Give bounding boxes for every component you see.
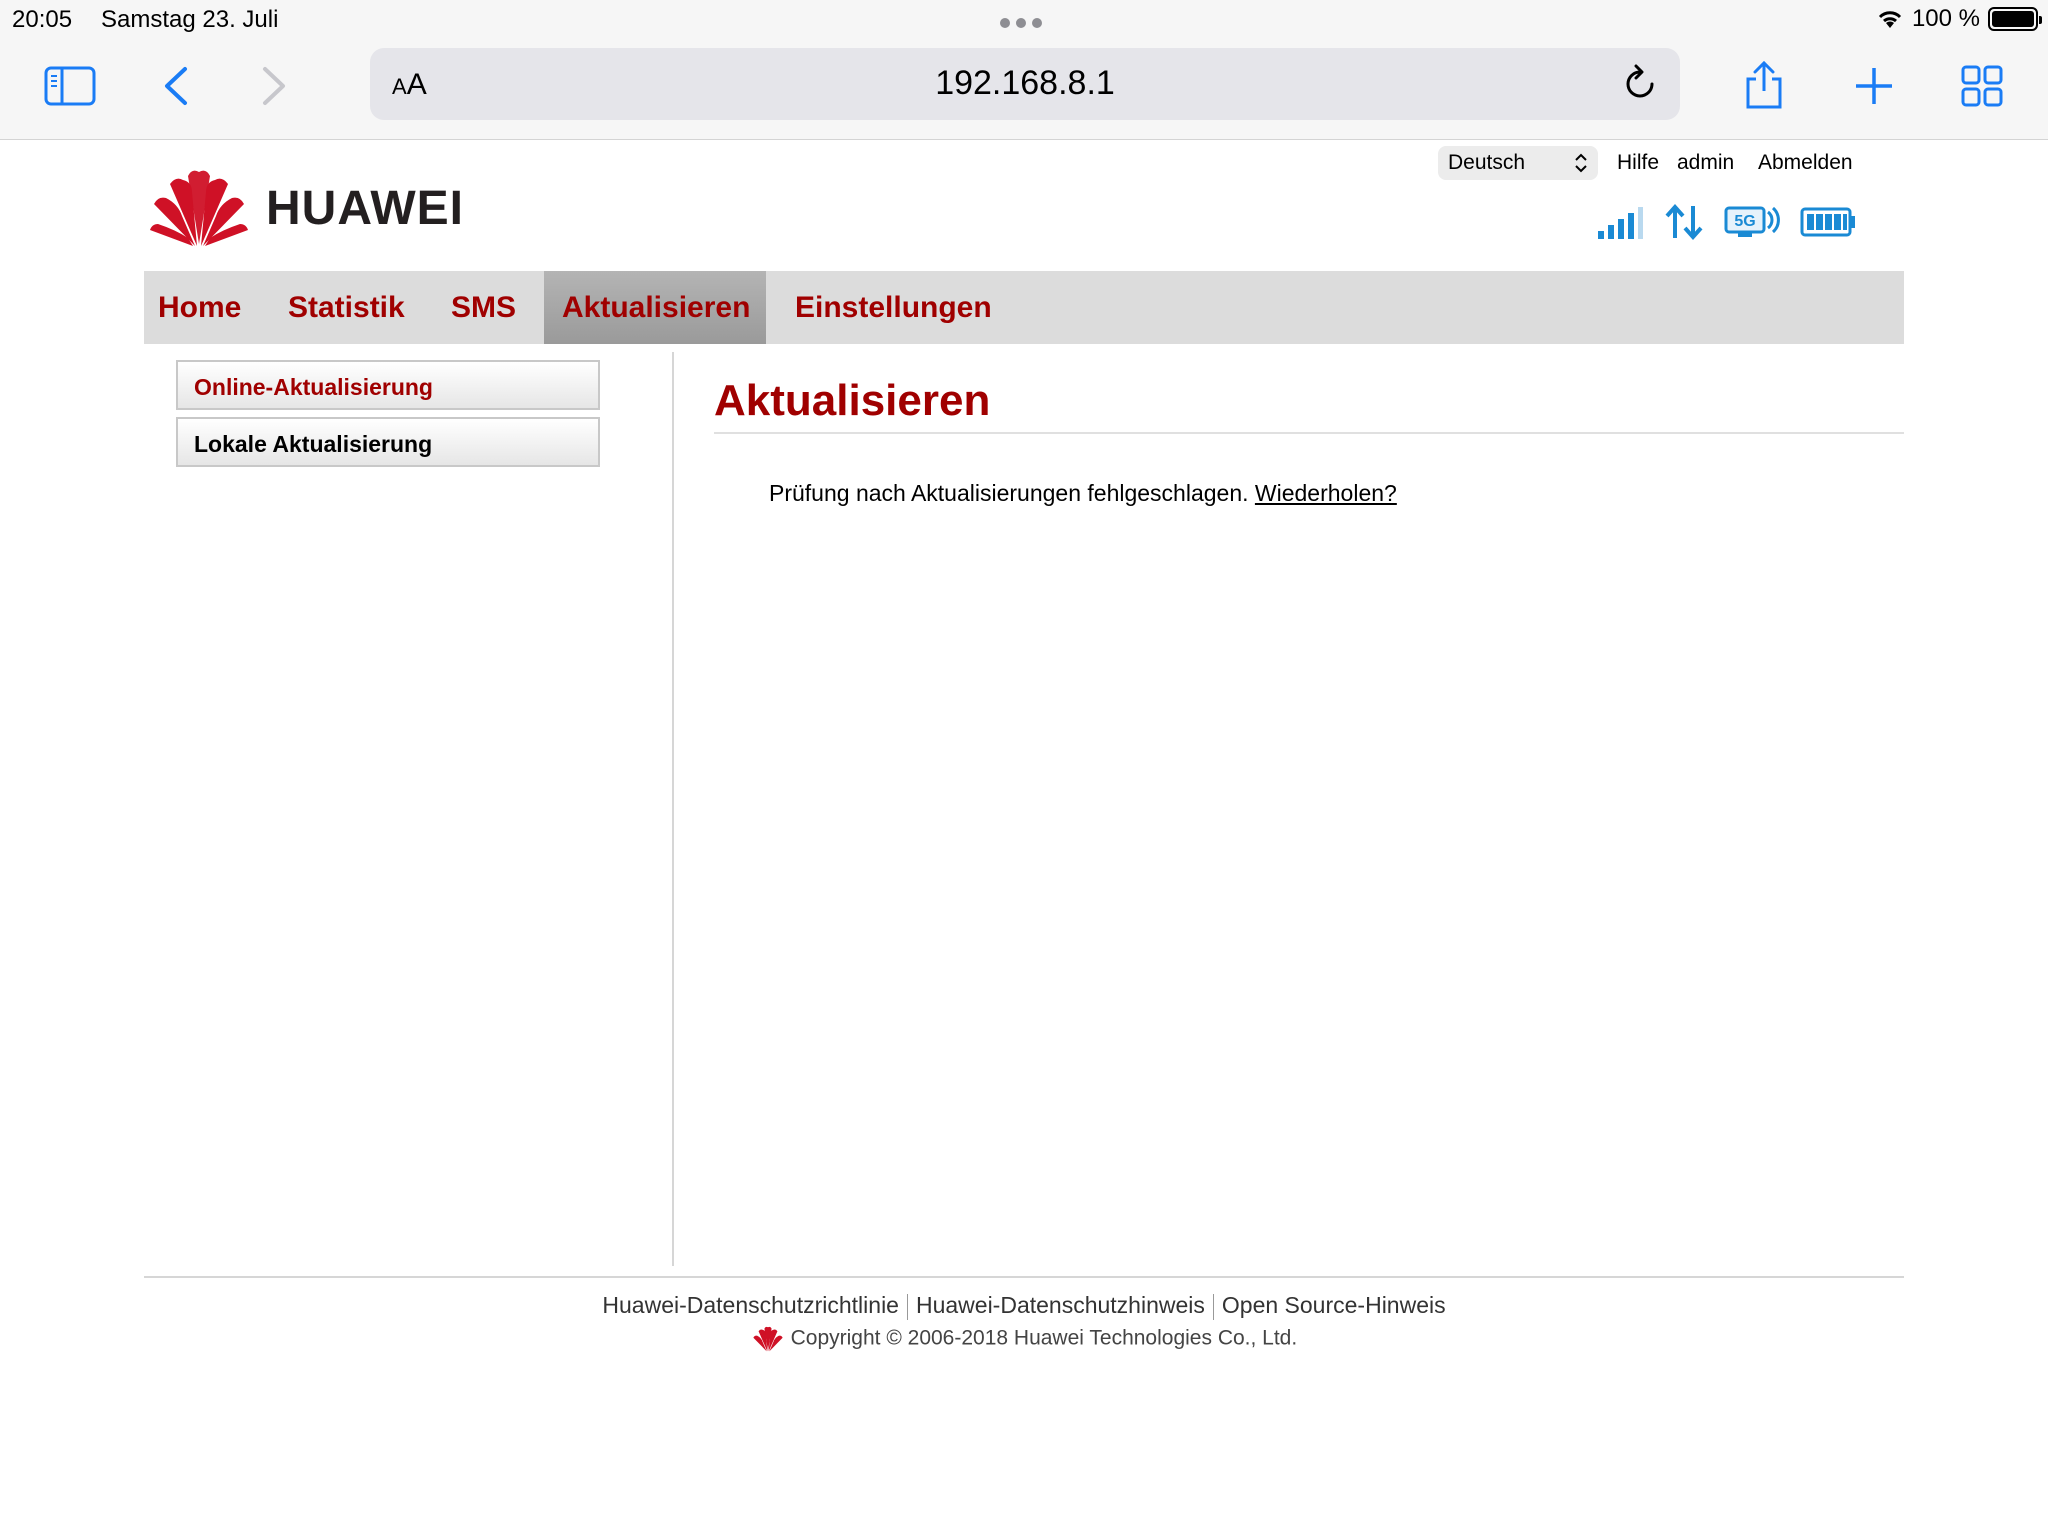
huawei-logo: HUAWEI [148, 168, 464, 248]
nav-einstellungen[interactable]: Einstellungen [795, 271, 992, 344]
status-right: 100 % [1876, 5, 2042, 33]
network-5g-icon: 5G [1724, 206, 1780, 237]
share-icon[interactable] [1734, 56, 1794, 116]
huawei-flower-icon [150, 170, 248, 246]
main-nav: Home Statistik SMS Aktualisieren Einstel… [144, 271, 1904, 344]
svg-text:5G: 5G [1734, 213, 1755, 230]
url-text[interactable]: 192.168.8.1 [370, 64, 1680, 103]
back-icon[interactable] [146, 56, 206, 116]
footer-divider [144, 1276, 1904, 1278]
chevron-updown-icon [1575, 153, 1587, 173]
language-value: Deutsch [1448, 151, 1526, 174]
copyright-text: Copyright © 2006-2018 Huawei Technologie… [790, 1326, 1298, 1350]
privacy-policy-link[interactable]: Huawei-Datenschutzrichtlinie [602, 1292, 899, 1318]
user-link[interactable]: admin [1677, 151, 1734, 175]
huawei-small-logo-icon [753, 1326, 783, 1352]
battery-icon [1988, 7, 2042, 31]
language-select[interactable]: Deutsch [1438, 146, 1598, 180]
sidebar-item-local-update[interactable]: Lokale Aktualisierung [176, 417, 600, 467]
data-transfer-icon [1665, 204, 1703, 240]
sidebar: Online-Aktualisierung Lokale Aktualisier… [176, 360, 600, 474]
nav-sms[interactable]: SMS [451, 271, 516, 344]
help-link[interactable]: Hilfe [1617, 151, 1659, 175]
open-source-notice-link[interactable]: Open Source-Hinweis [1222, 1292, 1446, 1318]
sidebar-item-online-update[interactable]: Online-Aktualisierung [176, 360, 600, 410]
multitasking-dots[interactable] [1000, 18, 1042, 28]
browser-chrome: 20:05 Samstag 23. Juli 100 % AA 192.168.… [0, 0, 2048, 140]
forward-icon[interactable] [244, 56, 304, 116]
battery-status-icon [1800, 207, 1855, 237]
address-bar[interactable]: AA 192.168.8.1 [370, 48, 1680, 120]
sidebar-icon[interactable] [40, 56, 100, 116]
battery-percent: 100 % [1911, 5, 1980, 32]
new-tab-icon[interactable] [1844, 56, 1904, 116]
status-time: 20:05 [12, 6, 73, 33]
nav-home[interactable]: Home [158, 271, 241, 344]
retry-link[interactable]: Wiederholen? [1255, 480, 1397, 506]
device-status-icons: 5G [1596, 204, 1856, 240]
update-status-message: Prüfung nach Aktualisierungen fehlgeschl… [769, 480, 1397, 507]
page-title: Aktualisieren [714, 376, 991, 425]
copyright: Copyright © 2006-2018 Huawei Technologie… [0, 1326, 2048, 1352]
brand-name: HUAWEI [266, 181, 464, 235]
footer-links: Huawei-Datenschutzrichtlinie Huawei-Daten… [0, 1292, 2048, 1320]
update-error-text: Prüfung nach Aktualisierungen fehlgeschl… [769, 480, 1249, 506]
nav-statistik[interactable]: Statistik [288, 271, 405, 344]
status-date: Samstag 23. Juli [101, 6, 279, 33]
logout-link[interactable]: Abmelden [1758, 151, 1853, 175]
title-divider [714, 432, 1904, 434]
tabs-overview-icon[interactable] [1952, 56, 2012, 116]
signal-strength-icon [1598, 207, 1643, 239]
privacy-notice-link[interactable]: Huawei-Datenschutzhinweis [916, 1292, 1205, 1318]
nav-aktualisieren[interactable]: Aktualisieren [544, 271, 766, 344]
wifi-icon [1878, 11, 1902, 28]
reload-icon[interactable] [1622, 64, 1658, 107]
vertical-divider [672, 352, 674, 1266]
